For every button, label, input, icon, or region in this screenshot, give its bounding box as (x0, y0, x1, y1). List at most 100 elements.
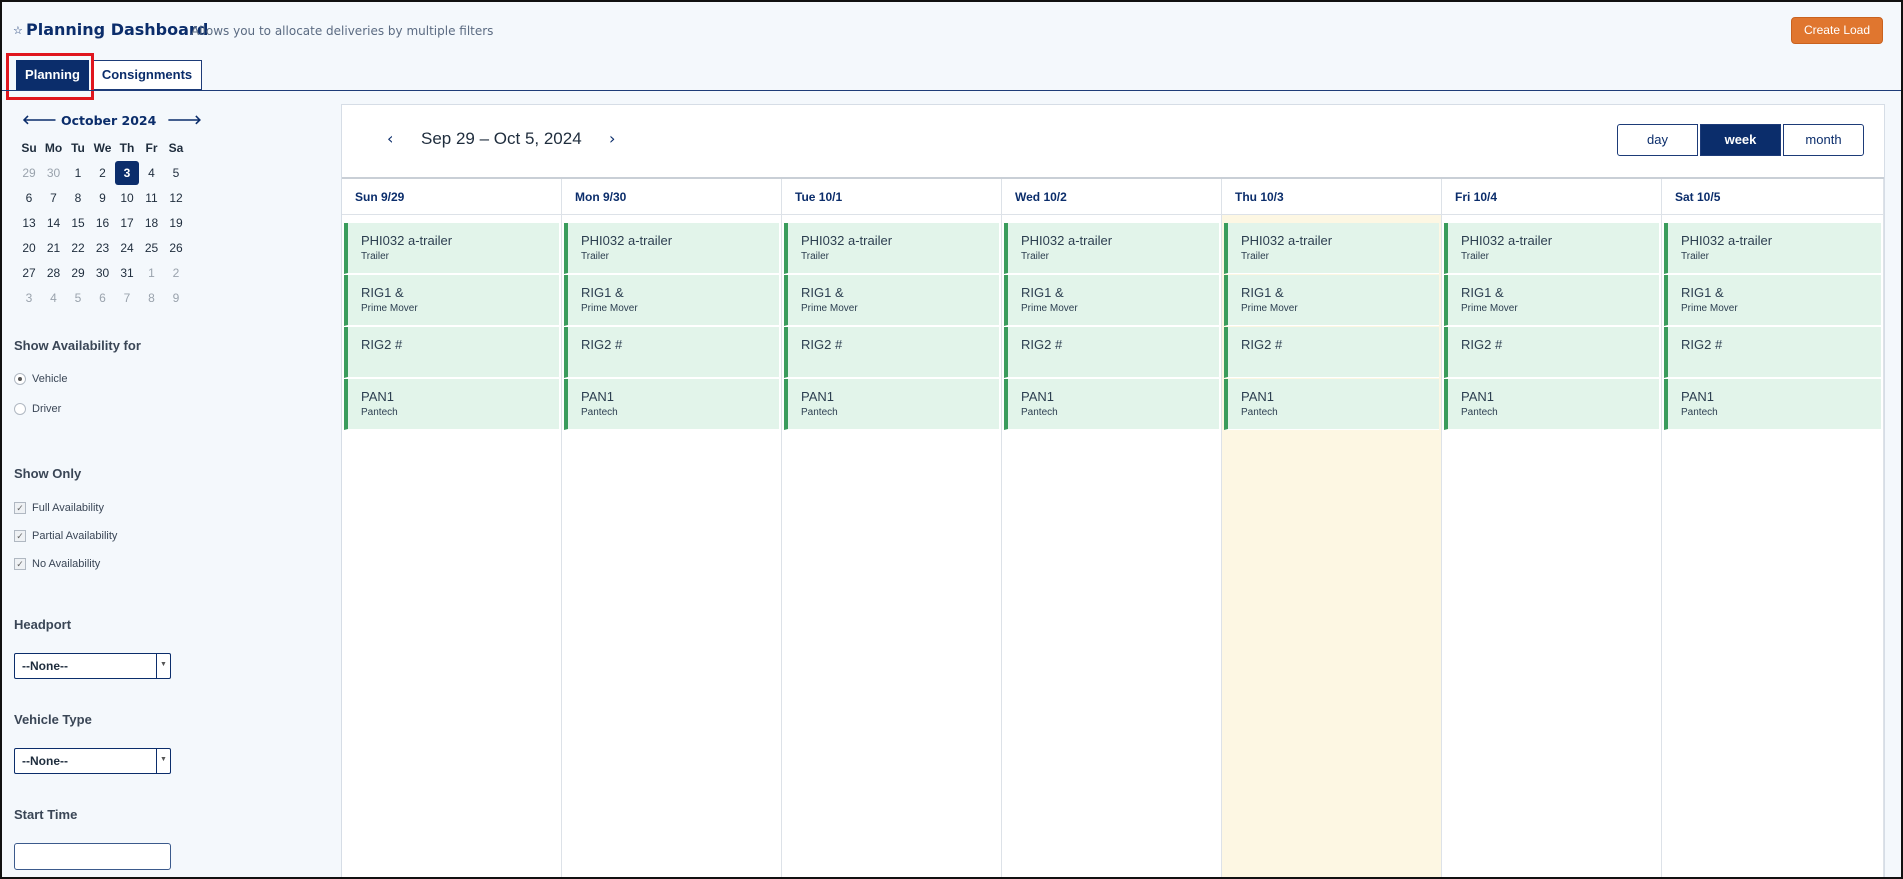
checkbox-partial-availability[interactable]: ✓ Partial Availability (14, 530, 117, 543)
mini-calendar-day[interactable]: 8 (140, 286, 164, 310)
mini-calendar-day[interactable]: 15 (66, 211, 90, 235)
radio-vehicle[interactable]: Vehicle (14, 373, 67, 386)
checkbox-full-availability[interactable]: ✓ Full Availability (14, 502, 104, 515)
vehicle-event[interactable]: PAN1 Pantech (564, 379, 779, 430)
headport-select[interactable]: --None-- ▼ (14, 653, 171, 679)
mini-calendar-day[interactable]: 28 (42, 261, 66, 285)
vehicle-event[interactable]: RIG1 & Prime Mover (1664, 275, 1881, 326)
arrow-right-icon[interactable]: 🡒 (167, 112, 202, 128)
chevron-right-icon[interactable]: › (609, 129, 615, 148)
mini-calendar-day[interactable]: 2 (91, 161, 115, 185)
mini-calendar-day[interactable]: 27 (17, 261, 41, 285)
vehicle-event[interactable]: RIG2 # (1444, 327, 1659, 378)
vehicle-event[interactable]: PAN1 Pantech (1664, 379, 1881, 430)
start-time-input[interactable] (14, 843, 171, 870)
vehicle-event[interactable]: PHI032 a-trailer Trailer (1664, 223, 1881, 274)
radio-vehicle-control[interactable] (14, 373, 26, 386)
mini-calendar-day[interactable]: 31 (115, 261, 139, 285)
view-week-button[interactable]: week (1700, 124, 1781, 156)
day-column[interactable]: Sun 9/29 PHI032 a-trailer Trailer RIG1 & Pri… (342, 179, 562, 877)
vehicle-event[interactable]: PAN1 Pantech (1224, 379, 1439, 430)
day-column[interactable]: Wed 10/2 PHI032 a-trailer Trailer RIG1 & Pri… (1002, 179, 1222, 877)
vehicle-event[interactable]: RIG2 # (344, 327, 559, 378)
day-column-header[interactable]: Thu 10/3 (1222, 179, 1441, 215)
arrow-left-icon[interactable]: 🡐 (22, 112, 57, 128)
mini-calendar-day[interactable]: 1 (66, 161, 90, 185)
star-icon[interactable]: ☆ (13, 24, 23, 37)
mini-calendar-day[interactable]: 3 (17, 286, 41, 310)
day-column[interactable]: Mon 9/30 PHI032 a-trailer Trailer RIG1 & Pri… (562, 179, 782, 877)
vehicle-event[interactable]: PAN1 Pantech (784, 379, 999, 430)
mini-calendar-day[interactable]: 11 (140, 186, 164, 210)
mini-calendar-day[interactable]: 23 (91, 236, 115, 260)
mini-calendar-day[interactable]: 17 (115, 211, 139, 235)
vehicle-event[interactable]: RIG2 # (1664, 327, 1881, 378)
create-load-button[interactable]: Create Load (1791, 17, 1883, 44)
mini-calendar-day[interactable]: 13 (17, 211, 41, 235)
mini-calendar-day[interactable]: 4 (140, 161, 164, 185)
day-column[interactable]: Thu 10/3 PHI032 a-trailer Trailer RIG1 & Pri… (1222, 179, 1442, 877)
view-day-button[interactable]: day (1617, 124, 1698, 156)
mini-calendar-day[interactable]: 19 (164, 211, 188, 235)
day-column-header[interactable]: Sat 10/5 (1662, 179, 1883, 215)
mini-calendar-day[interactable]: 2 (164, 261, 188, 285)
day-column[interactable]: Fri 10/4 PHI032 a-trailer Trailer RIG1 & Pri… (1442, 179, 1662, 877)
vehicle-event[interactable]: RIG1 & Prime Mover (344, 275, 559, 326)
vehicle-event[interactable]: PHI032 a-trailer Trailer (1224, 223, 1439, 274)
mini-calendar-day[interactable]: 7 (115, 286, 139, 310)
vehicle-event[interactable]: PHI032 a-trailer Trailer (564, 223, 779, 274)
vehicle-event[interactable]: PAN1 Pantech (1444, 379, 1659, 430)
mini-calendar-day[interactable]: 4 (42, 286, 66, 310)
mini-calendar-day[interactable]: 12 (164, 186, 188, 210)
chevron-down-icon[interactable]: ▼ (156, 749, 170, 773)
mini-calendar-day[interactable]: 3 (115, 161, 139, 185)
mini-calendar-day[interactable]: 7 (42, 186, 66, 210)
vehicle-event[interactable]: PHI032 a-trailer Trailer (784, 223, 999, 274)
mini-calendar-day[interactable]: 6 (91, 286, 115, 310)
mini-calendar-day[interactable]: 18 (140, 211, 164, 235)
mini-calendar-day[interactable]: 29 (66, 261, 90, 285)
vehicle-event[interactable]: PAN1 Pantech (344, 379, 559, 430)
mini-calendar-day[interactable]: 30 (91, 261, 115, 285)
checkbox-full-control[interactable]: ✓ (14, 502, 26, 515)
checkbox-no-availability[interactable]: ✓ No Availability (14, 558, 100, 571)
chevron-left-icon[interactable]: ‹ (387, 129, 393, 148)
day-column-header[interactable]: Tue 10/1 (782, 179, 1001, 215)
mini-calendar-day[interactable]: 26 (164, 236, 188, 260)
day-column-header[interactable]: Fri 10/4 (1442, 179, 1661, 215)
mini-calendar-day[interactable]: 30 (42, 161, 66, 185)
vehicle-event[interactable]: RIG2 # (784, 327, 999, 378)
tab-consignments[interactable]: Consignments (92, 60, 202, 90)
mini-calendar-day[interactable]: 20 (17, 236, 41, 260)
vehicle-event[interactable]: RIG1 & Prime Mover (1224, 275, 1439, 326)
checkbox-no-control[interactable]: ✓ (14, 558, 26, 571)
mini-calendar-day[interactable]: 8 (66, 186, 90, 210)
view-month-button[interactable]: month (1783, 124, 1864, 156)
vehicle-event[interactable]: RIG1 & Prime Mover (564, 275, 779, 326)
day-column-header[interactable]: Wed 10/2 (1002, 179, 1221, 215)
vehicle-event[interactable]: PAN1 Pantech (1004, 379, 1219, 430)
vehicle-event[interactable]: RIG2 # (564, 327, 779, 378)
tab-planning[interactable]: Planning (16, 60, 89, 90)
mini-calendar-day[interactable]: 1 (140, 261, 164, 285)
mini-calendar-day[interactable]: 29 (17, 161, 41, 185)
mini-calendar-day[interactable]: 10 (115, 186, 139, 210)
chevron-down-icon[interactable]: ▼ (156, 654, 170, 678)
mini-calendar-day[interactable]: 6 (17, 186, 41, 210)
vehicle-event[interactable]: PHI032 a-trailer Trailer (1444, 223, 1659, 274)
mini-calendar-day[interactable]: 5 (164, 161, 188, 185)
vehicle-event[interactable]: PHI032 a-trailer Trailer (1004, 223, 1219, 274)
radio-driver-control[interactable] (14, 403, 26, 416)
vehicle-event[interactable]: RIG1 & Prime Mover (1004, 275, 1219, 326)
mini-calendar-day[interactable]: 24 (115, 236, 139, 260)
day-column[interactable]: Tue 10/1 PHI032 a-trailer Trailer RIG1 & Pri… (782, 179, 1002, 877)
radio-driver[interactable]: Driver (14, 403, 61, 416)
mini-calendar-day[interactable]: 21 (42, 236, 66, 260)
mini-calendar-day[interactable]: 9 (164, 286, 188, 310)
mini-calendar-day[interactable]: 22 (66, 236, 90, 260)
mini-calendar-day[interactable]: 25 (140, 236, 164, 260)
mini-calendar-day[interactable]: 14 (42, 211, 66, 235)
vehicle-event[interactable]: RIG1 & Prime Mover (784, 275, 999, 326)
day-column-header[interactable]: Mon 9/30 (562, 179, 781, 215)
vehicle-event[interactable]: PHI032 a-trailer Trailer (344, 223, 559, 274)
